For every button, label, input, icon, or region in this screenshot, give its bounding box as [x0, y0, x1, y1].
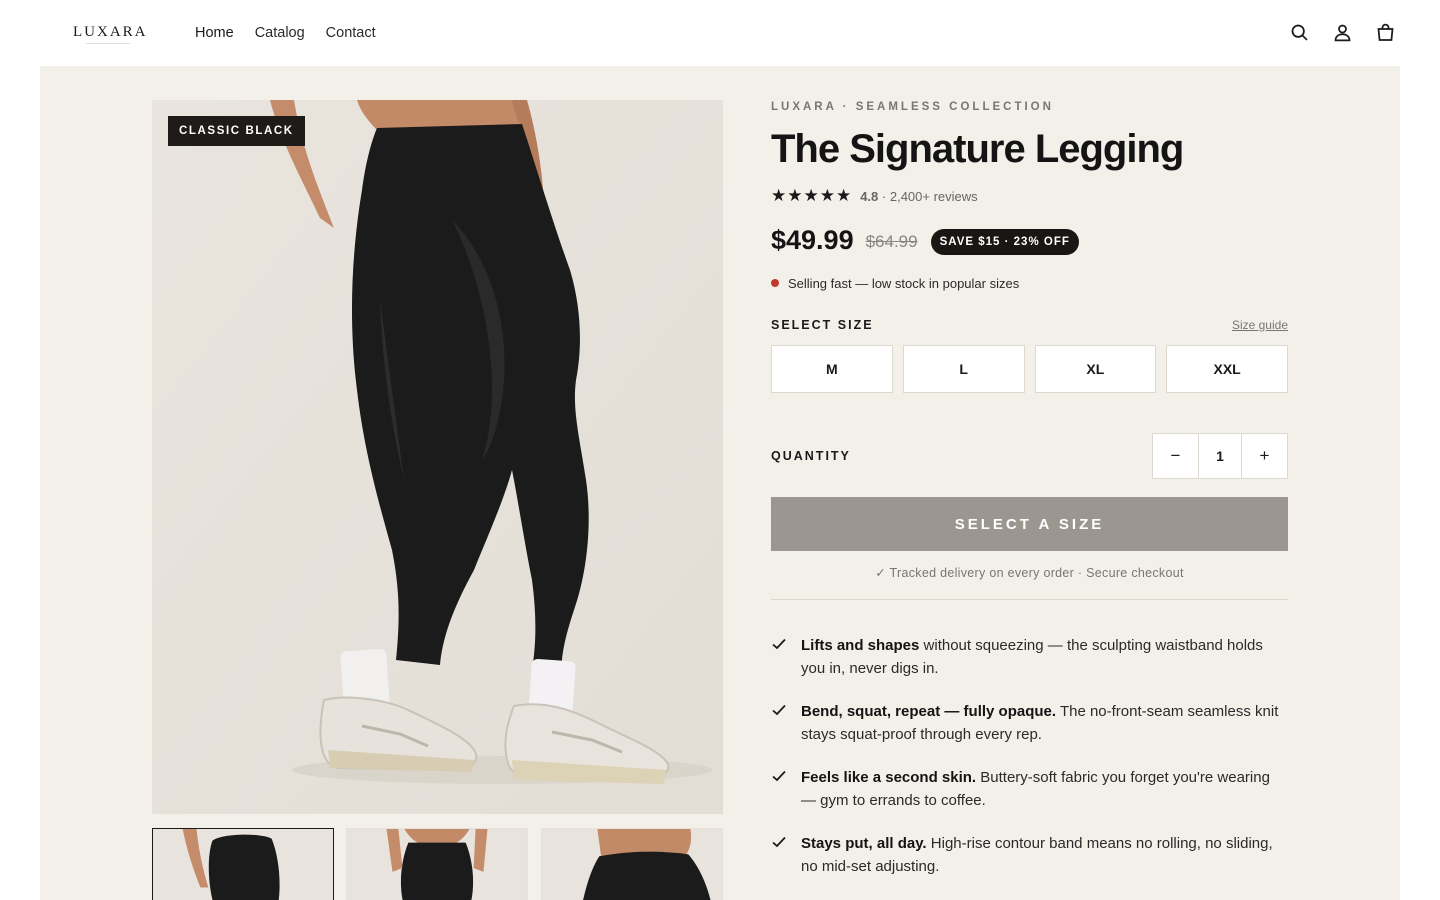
- sale-price: $49.99: [771, 224, 854, 255]
- size-option-l[interactable]: L: [902, 345, 1025, 393]
- thumbnail-3-image: [542, 829, 722, 900]
- product-info: LUXARA · SEAMLESS COLLECTION The Signatu…: [771, 100, 1288, 898]
- size-option-m[interactable]: M: [771, 345, 893, 393]
- stock-notice: Selling fast — low stock in popular size…: [771, 274, 1288, 292]
- main-nav: Home Catalog Contact: [195, 24, 397, 42]
- search-icon[interactable]: [1289, 22, 1310, 43]
- size-label: SELECT SIZE: [771, 318, 874, 332]
- product-page: CLASSIC BLACK LUXARA · SEAMLESS COLLECTI…: [40, 66, 1400, 900]
- size-header: SELECT SIZE Size guide: [771, 316, 1288, 334]
- feature-text: Lifts and shapes without squeezing — the…: [801, 634, 1288, 680]
- rating-row[interactable]: ★★★★★ 4.8 · 2,400+ reviews: [771, 186, 1288, 206]
- nav-catalog[interactable]: Catalog: [255, 24, 305, 42]
- check-icon: [772, 770, 786, 782]
- check-icon: [772, 836, 786, 848]
- price-row: $49.99 $64.99 SAVE $15 · 23% OFF: [771, 222, 1288, 258]
- delivery-assurance: ✓ Tracked delivery on every order · Secu…: [875, 566, 1184, 580]
- thumbnail-2[interactable]: [346, 828, 528, 900]
- feature-item: Stays put, all day. High-rise contour ba…: [771, 832, 1288, 878]
- brand-logo-underline: [86, 43, 130, 46]
- thumbnail-1[interactable]: [152, 828, 334, 900]
- savings-badge: SAVE $15 · 23% OFF: [930, 229, 1079, 255]
- feature-item: Lifts and shapes without squeezing — the…: [771, 634, 1288, 680]
- brand-logo-text: LUXARA: [73, 24, 148, 40]
- account-icon[interactable]: [1332, 22, 1353, 43]
- size-option-xl[interactable]: XL: [1034, 345, 1157, 393]
- nav-contact[interactable]: Contact: [326, 24, 376, 42]
- thumbnail-strip: [152, 828, 723, 900]
- feature-text: Stays put, all day. High-rise contour ba…: [801, 832, 1288, 878]
- color-badge: CLASSIC BLACK: [168, 116, 305, 146]
- feature-item: Bend, squat, repeat — fully opaque. The …: [771, 700, 1288, 746]
- model-photo: [152, 100, 723, 814]
- feature-title: Bend, squat, repeat — fully opaque.: [801, 703, 1057, 720]
- feature-title: Lifts and shapes: [801, 637, 920, 654]
- stock-dot-icon: [771, 279, 779, 287]
- quantity-decrease-button[interactable]: −: [1153, 434, 1198, 478]
- site-header: LUXARA Home Catalog Contact: [0, 0, 1440, 66]
- quantity-increase-button[interactable]: +: [1242, 434, 1287, 478]
- check-icon: [772, 638, 786, 650]
- product-title: The Signature Legging: [771, 127, 1184, 171]
- thumbnail-1-image: [153, 829, 333, 900]
- feature-text: Bend, squat, repeat — fully opaque. The …: [801, 700, 1288, 746]
- check-icon: [772, 704, 786, 716]
- brand-logo[interactable]: LUXARA: [73, 24, 148, 46]
- star-rating-icon: ★★★★★: [771, 186, 853, 205]
- size-option-xxl[interactable]: XXL: [1166, 345, 1288, 393]
- rating-summary: 4.8 · 2,400+ reviews: [860, 189, 977, 204]
- feature-list: Lifts and shapes without squeezing — the…: [771, 634, 1288, 878]
- header-actions: [1289, 22, 1396, 43]
- collection-eyebrow: LUXARA · SEAMLESS COLLECTION: [771, 101, 1054, 113]
- quantity-value[interactable]: 1: [1198, 434, 1242, 478]
- review-count: · 2,400+ reviews: [881, 188, 978, 204]
- section-divider: [771, 599, 1288, 600]
- thumbnail-3[interactable]: [541, 828, 723, 900]
- stock-text: Selling fast — low stock in popular size…: [788, 275, 1020, 291]
- product-hero-image[interactable]: CLASSIC BLACK: [152, 100, 723, 814]
- compare-price: $64.99: [865, 232, 918, 251]
- nav-home[interactable]: Home: [195, 24, 234, 42]
- size-selector: M L XL XXL: [771, 345, 1288, 393]
- quantity-stepper: − 1 +: [1152, 433, 1288, 479]
- feature-title: Stays put, all day.: [801, 835, 927, 852]
- rating-value: 4.8: [860, 188, 879, 204]
- size-guide-link[interactable]: Size guide: [1232, 318, 1288, 332]
- cart-icon[interactable]: [1375, 22, 1396, 43]
- quantity-label: QUANTITY: [771, 449, 851, 463]
- thumbnail-2-image: [347, 829, 527, 900]
- quantity-row: QUANTITY − 1 +: [771, 433, 1288, 479]
- add-to-cart-button[interactable]: SELECT A SIZE: [771, 497, 1288, 551]
- feature-title: Feels like a second skin.: [801, 769, 977, 786]
- feature-item: Feels like a second skin. Buttery-soft f…: [771, 766, 1288, 812]
- feature-text: Feels like a second skin. Buttery-soft f…: [801, 766, 1288, 812]
